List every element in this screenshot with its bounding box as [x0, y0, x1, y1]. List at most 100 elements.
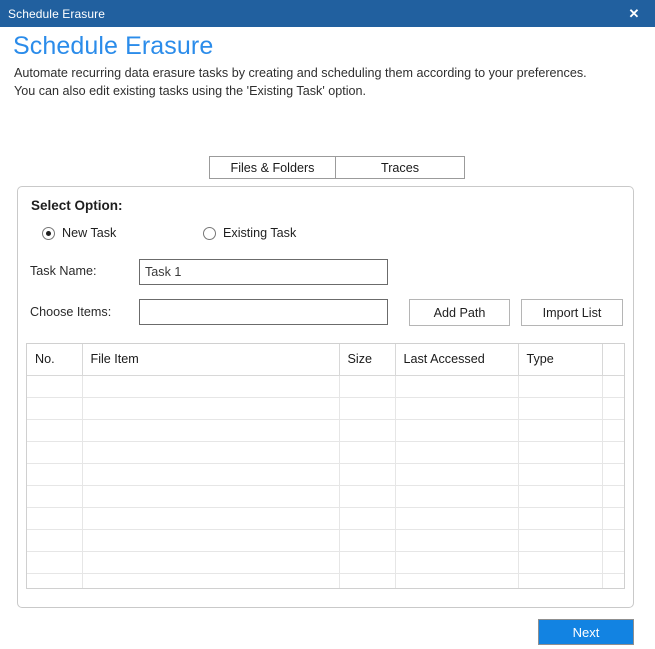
table-cell [27, 441, 83, 464]
file-items-table-container: No. File Item Size Last Accessed Type [26, 343, 625, 589]
table-cell [27, 485, 83, 508]
choose-items-input[interactable] [139, 299, 388, 325]
page-description-line-2: You can also edit existing tasks using t… [14, 84, 367, 98]
table-cell [602, 375, 624, 398]
table-cell [602, 463, 624, 486]
import-list-button[interactable]: Import List [521, 299, 623, 326]
table-cell [339, 463, 396, 486]
page-description: Automate recurring data erasure tasks by… [14, 64, 634, 100]
panel-title: Select Option: [31, 198, 123, 213]
radio-existing-task[interactable]: Existing Task [203, 226, 296, 240]
table-column-header[interactable]: File Item [82, 344, 340, 376]
table-cell [82, 375, 340, 398]
table-row[interactable] [27, 485, 624, 508]
table-row[interactable] [27, 573, 624, 588]
table-cell [395, 375, 519, 398]
table-row[interactable] [27, 529, 624, 552]
table-cell [339, 397, 396, 420]
table-cell [27, 375, 83, 398]
page-description-line-1: Automate recurring data erasure tasks by… [14, 66, 587, 80]
radio-new-task-label: New Task [62, 226, 117, 240]
table-cell [602, 551, 624, 574]
table-cell [27, 573, 83, 588]
table-cell [27, 551, 83, 574]
table-cell [395, 573, 519, 588]
table-cell [518, 507, 603, 530]
table-cell [339, 529, 396, 552]
table-column-header[interactable]: Size [339, 344, 396, 376]
select-option-panel: Select Option: New Task Existing Task Ta… [17, 186, 634, 608]
close-icon[interactable]: ✕ [613, 0, 655, 27]
window-title: Schedule Erasure [8, 6, 105, 21]
table-cell [339, 375, 396, 398]
table-cell [82, 573, 340, 588]
table-cell [602, 573, 624, 588]
table-cell [339, 441, 396, 464]
radio-selected-icon [42, 226, 55, 240]
table-column-header[interactable]: Type [518, 344, 603, 376]
table-row[interactable] [27, 419, 624, 442]
table-cell [339, 419, 396, 442]
table-cell [82, 397, 340, 420]
table-cell [395, 551, 519, 574]
table-row[interactable] [27, 507, 624, 530]
radio-new-task[interactable]: New Task [42, 226, 116, 240]
table-cell [339, 485, 396, 508]
table-row[interactable] [27, 397, 624, 420]
table-cell [82, 463, 340, 486]
table-row[interactable] [27, 463, 624, 486]
radio-unselected-icon [203, 226, 216, 240]
table-cell [518, 485, 603, 508]
table-cell [395, 485, 519, 508]
table-cell [395, 507, 519, 530]
table-cell [518, 551, 603, 574]
table-cell [82, 485, 340, 508]
table-header: No. File Item Size Last Accessed Type [27, 344, 624, 376]
table-column-header[interactable]: No. [27, 344, 83, 376]
table-cell [395, 463, 519, 486]
table-cell [395, 419, 519, 442]
table-cell [27, 507, 83, 530]
table-cell [27, 419, 83, 442]
table-cell [82, 419, 340, 442]
table-cell [27, 529, 83, 552]
table-column-header[interactable] [602, 344, 624, 376]
tab-files-and-folders[interactable]: Files & Folders [210, 157, 336, 178]
table-row[interactable] [27, 441, 624, 464]
table-cell [602, 397, 624, 420]
table-cell [518, 573, 603, 588]
table-cell [82, 441, 340, 464]
table-cell [602, 485, 624, 508]
table-cell [602, 507, 624, 530]
table-column-header[interactable]: Last Accessed [395, 344, 519, 376]
tab-traces[interactable]: Traces [336, 157, 464, 178]
page-title: Schedule Erasure [13, 32, 214, 60]
table-cell [602, 529, 624, 552]
table-row[interactable] [27, 375, 624, 398]
table-cell [27, 463, 83, 486]
schedule-erasure-window: Schedule Erasure ✕ Schedule Erasure Auto… [0, 0, 655, 649]
table-cell [82, 529, 340, 552]
next-button[interactable]: Next [538, 619, 634, 645]
table-body [27, 375, 624, 588]
table-cell [518, 375, 603, 398]
table-cell [518, 397, 603, 420]
table-cell [82, 551, 340, 574]
table-cell [27, 397, 83, 420]
file-items-table: No. File Item Size Last Accessed Type [27, 344, 624, 588]
table-cell [395, 529, 519, 552]
table-cell [395, 441, 519, 464]
table-cell [518, 463, 603, 486]
title-bar: Schedule Erasure ✕ [0, 0, 655, 27]
choose-items-label: Choose Items: [30, 305, 112, 319]
table-cell [518, 441, 603, 464]
task-name-input[interactable] [139, 259, 388, 285]
radio-existing-task-label: Existing Task [223, 226, 297, 240]
task-name-label: Task Name: [30, 264, 97, 278]
table-row[interactable] [27, 551, 624, 574]
table-cell [602, 441, 624, 464]
table-cell [395, 397, 519, 420]
add-path-button[interactable]: Add Path [409, 299, 510, 326]
table-cell [339, 573, 396, 588]
table-cell [339, 507, 396, 530]
